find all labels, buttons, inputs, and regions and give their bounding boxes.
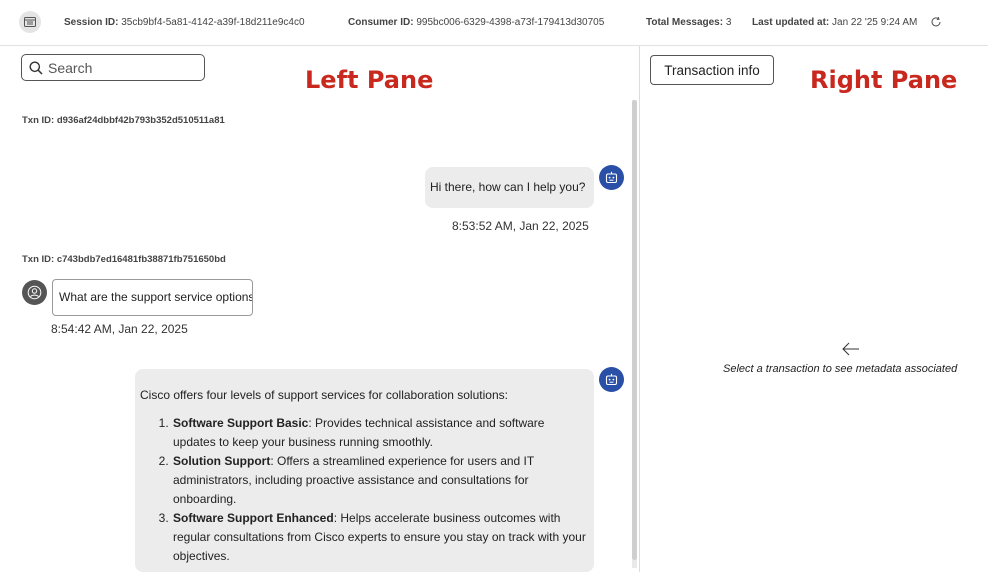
right-pane-annotation: Right Pane bbox=[810, 66, 958, 94]
bot-icon bbox=[605, 171, 618, 184]
session-id: Session ID: 35cb9bf4-5a81-4142-a39f-18d2… bbox=[64, 17, 305, 28]
last-updated: Last updated at: Jan 22 '25 9:24 AM bbox=[752, 17, 918, 28]
arrow-left-icon bbox=[842, 342, 859, 356]
consumer-id: Consumer ID: 995bc006-6329-4398-a73f-179… bbox=[348, 17, 605, 28]
bot-avatar bbox=[599, 165, 624, 190]
list-item: Software Support Basic: Provides technic… bbox=[172, 414, 588, 452]
txn-id-label[interactable]: Txn ID: d936af24dbbf42b793b352d510511a81 bbox=[22, 115, 225, 126]
list-item-title: Solution Support bbox=[173, 454, 271, 468]
txn-id-label[interactable]: Txn ID: c743bdb7ed16481fb38871fb751650bd bbox=[22, 254, 226, 265]
pane-divider[interactable] bbox=[639, 46, 640, 572]
search-input[interactable] bbox=[48, 59, 198, 76]
search-box[interactable] bbox=[21, 54, 205, 81]
list-item-title: Software Support Enhanced bbox=[173, 511, 334, 525]
bot-icon bbox=[605, 373, 618, 386]
message-timestamp: 8:53:52 AM, Jan 22, 2025 bbox=[452, 219, 589, 233]
total-messages: Total Messages: 3 bbox=[646, 17, 732, 28]
list-item-title: Software Support Basic bbox=[173, 416, 309, 430]
search-icon bbox=[29, 61, 43, 75]
user-icon bbox=[27, 285, 42, 300]
session-id-value: 35cb9bf4-5a81-4142-a39f-18d211e9c4c0 bbox=[121, 17, 305, 28]
user-avatar bbox=[22, 280, 47, 305]
bot-avatar bbox=[599, 367, 624, 392]
support-options-list: Software Support Basic: Provides technic… bbox=[140, 414, 588, 566]
empty-state-message: Select a transaction to see metadata ass… bbox=[723, 363, 958, 375]
refresh-icon[interactable] bbox=[930, 16, 942, 28]
message-timestamp: 8:54:42 AM, Jan 22, 2025 bbox=[51, 322, 188, 336]
list-item: Solution Support: Offers a streamlined e… bbox=[172, 452, 588, 509]
transaction-info-button[interactable]: Transaction info bbox=[650, 55, 774, 85]
consumer-id-value: 995bc006-6329-4398-a73f-179413d30705 bbox=[416, 17, 605, 28]
bot-answer-message: Cisco offers four levels of support serv… bbox=[135, 369, 594, 572]
header-bar: Session ID: 35cb9bf4-5a81-4142-a39f-18d2… bbox=[0, 0, 988, 46]
last-updated-value: Jan 22 '25 9:24 AM bbox=[832, 17, 918, 28]
bot-message: Hi there, how can I help you? bbox=[425, 167, 594, 208]
answer-intro: Cisco offers four levels of support serv… bbox=[140, 388, 508, 402]
list-item: Software Support Enhanced: Helps acceler… bbox=[172, 509, 588, 566]
scrollbar-thumb[interactable] bbox=[632, 100, 637, 560]
user-message: What are the support service options bbox=[52, 279, 253, 316]
window-icon[interactable] bbox=[19, 11, 41, 33]
total-messages-value: 3 bbox=[725, 17, 732, 28]
left-pane-annotation: Left Pane bbox=[305, 66, 434, 94]
